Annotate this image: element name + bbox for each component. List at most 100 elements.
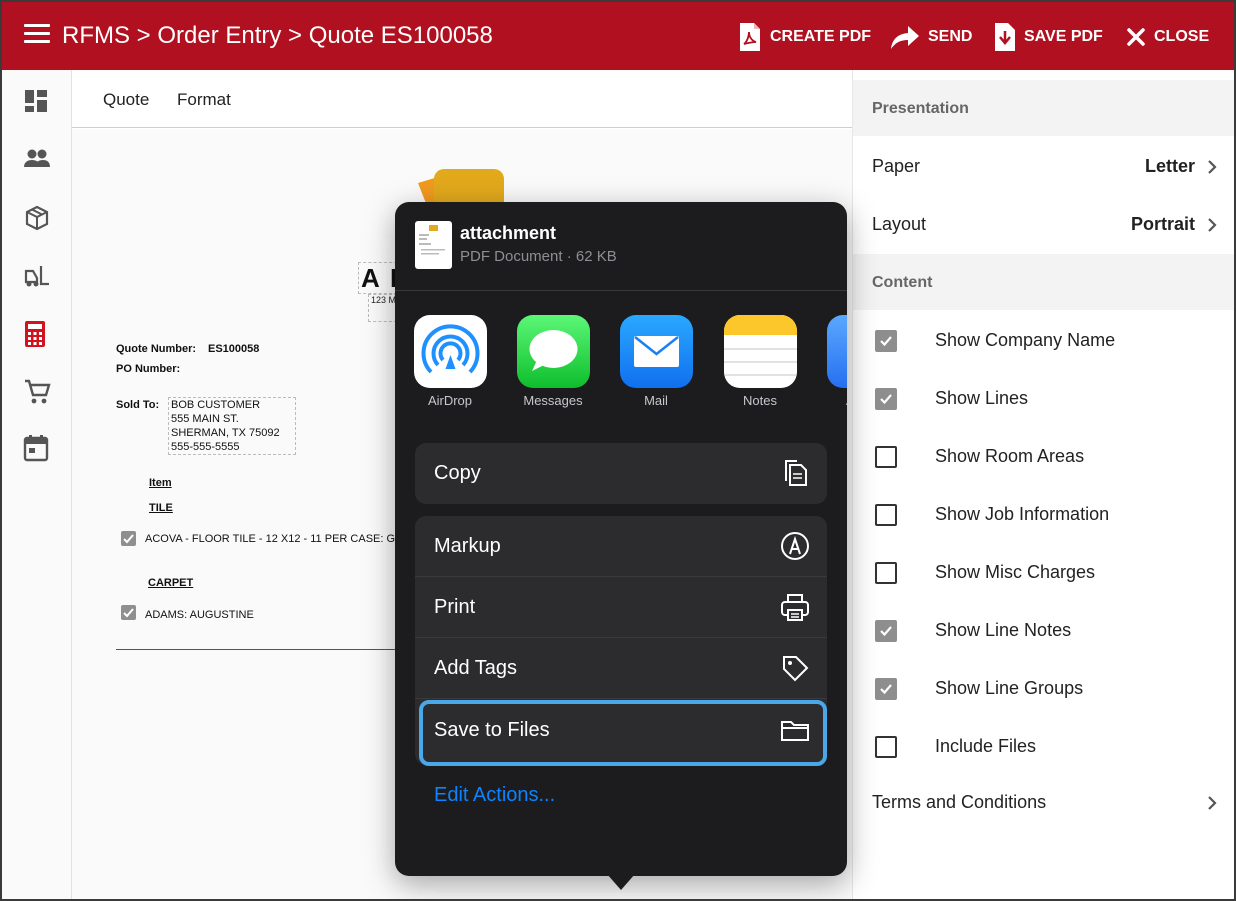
include-files-option[interactable]: Include Files <box>853 718 1234 776</box>
share-app-messages[interactable]: Messages <box>516 315 590 408</box>
share-apps-row: AirDrop Messages Mail Notes <box>395 291 847 421</box>
line-group-carpet: CARPET <box>148 577 194 589</box>
show-misc-charges-option[interactable]: Show Misc Charges <box>853 544 1234 602</box>
line-checkbox <box>121 605 136 620</box>
app-window: RFMS > Order Entry > Quote ES100058 CREA… <box>0 0 1236 901</box>
action-label: Save to Files <box>434 719 550 741</box>
navigation-rail <box>2 70 72 899</box>
send-button[interactable]: SEND <box>890 22 972 52</box>
action-label: Markup <box>434 535 501 557</box>
close-icon <box>1127 28 1145 46</box>
checkbox-checked[interactable] <box>875 330 897 352</box>
share-app-notes[interactable]: Notes <box>723 315 797 408</box>
layout-row[interactable]: Layout Portrait <box>853 195 1234 253</box>
close-button[interactable]: CLOSE <box>1126 22 1209 52</box>
sold-to-line: SHERMAN, TX 75092 <box>171 427 280 439</box>
show-line-notes-option[interactable]: Show Line Notes <box>853 602 1234 660</box>
line-item: ACOVA - FLOOR TILE - 12 X12 - 11 PER CAS… <box>145 533 396 545</box>
show-line-groups-option[interactable]: Show Line Groups <box>853 660 1234 718</box>
checkbox-unchecked[interactable] <box>875 562 897 584</box>
copy-action[interactable]: Copy <box>415 443 827 504</box>
option-label: Show Misc Charges <box>935 562 1096 582</box>
create-pdf-button[interactable]: CREATE PDF <box>738 22 871 52</box>
send-arrow-icon <box>891 26 919 49</box>
popover-arrow <box>607 874 635 890</box>
action-label: Copy <box>434 462 481 484</box>
chevron-right-icon <box>1208 160 1217 174</box>
folder-icon <box>781 721 809 741</box>
sold-to-line: BOB CUSTOMER <box>171 399 261 411</box>
format-settings-panel: Presentation Paper Letter Layout Portrai… <box>852 70 1234 899</box>
dashboard-icon[interactable] <box>23 88 51 116</box>
option-label: Show Job Information <box>935 504 1110 524</box>
show-room-areas-option[interactable]: Show Room Areas <box>853 428 1234 486</box>
app-name: Apoth <box>826 393 847 408</box>
attachment-name: attachment <box>460 223 557 243</box>
app-icon <box>826 315 847 388</box>
people-icon[interactable] <box>23 146 51 174</box>
hamburger-menu-icon[interactable] <box>24 24 50 48</box>
checkbox-unchecked[interactable] <box>875 446 897 468</box>
action-label: Print <box>434 596 476 618</box>
share-app-more[interactable]: Apoth <box>826 315 847 408</box>
checkbox-checked[interactable] <box>875 678 897 700</box>
airdrop-icon <box>413 315 487 388</box>
save-pdf-label: SAVE PDF <box>1024 28 1103 45</box>
document-tab-bar: Quote Format <box>72 70 852 128</box>
package-icon[interactable] <box>23 204 51 232</box>
action-label: Add Tags <box>434 657 518 679</box>
checkbox-unchecked[interactable] <box>875 504 897 526</box>
download-file-icon <box>995 23 1015 51</box>
presentation-section-header: Presentation <box>853 80 1234 136</box>
show-company-name-option[interactable]: Show Company Name <box>853 312 1234 370</box>
show-job-information-option[interactable]: Show Job Information <box>853 486 1234 544</box>
save-to-files-action[interactable]: Save to Files <box>415 700 827 761</box>
option-label: Show Line Notes <box>935 620 1072 640</box>
show-lines-option[interactable]: Show Lines <box>853 370 1234 428</box>
divider <box>116 649 406 650</box>
breadcrumb: RFMS > Order Entry > Quote ES100058 <box>62 22 493 49</box>
terms-and-conditions-row[interactable]: Terms and Conditions <box>853 773 1234 831</box>
mail-icon <box>619 315 693 388</box>
calendar-icon[interactable] <box>23 434 51 462</box>
markup-pen-icon <box>781 532 809 560</box>
tab-quote[interactable]: Quote <box>103 90 149 110</box>
checkbox-unchecked[interactable] <box>875 736 897 758</box>
copy-icon <box>785 460 807 486</box>
option-label: Show Line Groups <box>935 678 1084 698</box>
edit-actions-link[interactable]: Edit Actions... <box>434 784 555 807</box>
share-app-mail[interactable]: Mail <box>619 315 693 408</box>
markup-action[interactable]: Markup <box>415 516 827 577</box>
quote-number-label: Quote Number: <box>116 343 197 355</box>
app-name: AirDrop <box>427 393 473 408</box>
share-sheet: attachment PDF Document · 62 KB AirDrop … <box>395 202 847 876</box>
close-label: CLOSE <box>1154 28 1210 45</box>
chevron-right-icon <box>1208 218 1217 232</box>
item-header: Item <box>149 477 172 489</box>
section-title: Content <box>872 274 933 291</box>
paper-label: Paper <box>872 156 921 176</box>
line-group-tile: TILE <box>149 502 173 514</box>
tab-format[interactable]: Format <box>177 90 231 110</box>
option-label: Show Company Name <box>935 330 1116 350</box>
terms-label: Terms and Conditions <box>872 792 1047 812</box>
forklift-icon[interactable] <box>23 262 51 290</box>
chevron-right-icon <box>1208 796 1217 810</box>
content-section-header: Content <box>853 254 1234 310</box>
layout-label: Layout <box>872 214 927 234</box>
attachment-meta: PDF Document · 62 KB <box>460 248 617 265</box>
sold-to-label: Sold To: <box>116 399 160 411</box>
printer-icon <box>781 594 809 621</box>
checkbox-checked[interactable] <box>875 388 897 410</box>
send-label: SEND <box>928 28 973 45</box>
cart-icon[interactable] <box>23 378 51 406</box>
paper-row[interactable]: Paper Letter <box>853 137 1234 195</box>
checkbox-checked[interactable] <box>875 620 897 642</box>
save-pdf-button[interactable]: SAVE PDF <box>994 22 1103 52</box>
add-tags-action[interactable]: Add Tags <box>415 638 827 699</box>
print-action[interactable]: Print <box>415 577 827 638</box>
sold-to-line: 555 MAIN ST. <box>171 413 239 425</box>
share-app-airdrop[interactable]: AirDrop <box>413 315 487 408</box>
copy-action-group: Copy <box>415 443 827 504</box>
calculator-icon[interactable] <box>23 320 51 348</box>
